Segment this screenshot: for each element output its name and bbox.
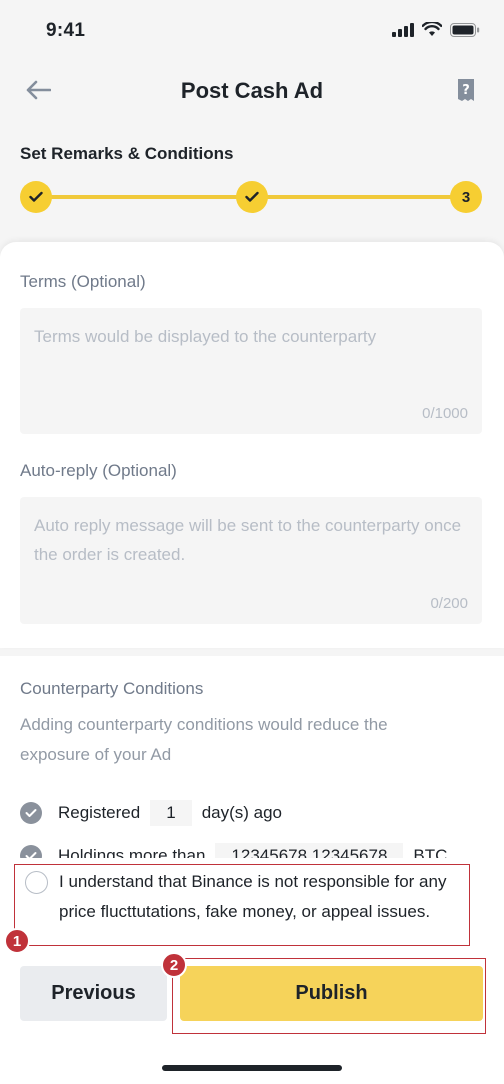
auto-reply-placeholder: Auto reply message will be sent to the c… xyxy=(34,516,462,564)
progress-stepper: 3 xyxy=(20,180,484,214)
auto-reply-counter: 0/200 xyxy=(430,595,468,612)
registered-suffix: day(s) ago xyxy=(201,803,283,822)
page-title: Post Cash Ad xyxy=(180,78,324,103)
step-3-current: 3 xyxy=(450,181,482,213)
top-nav: Post Cash Ad ? xyxy=(0,64,504,120)
auto-reply-textarea[interactable]: Auto reply message will be sent to the c… xyxy=(20,497,482,624)
home-indicator[interactable] xyxy=(162,1065,342,1071)
registered-days-input[interactable]: 1 xyxy=(150,800,192,826)
checkmark-icon xyxy=(245,191,259,202)
checkmark-icon xyxy=(29,191,43,202)
terms-placeholder: Terms would be displayed to the counterp… xyxy=(34,327,377,346)
counterparty-title: Counterparty Conditions xyxy=(20,679,204,698)
counterparty-description: Adding counterparty conditions would red… xyxy=(20,715,388,764)
status-bar: 9:41 xyxy=(0,0,504,64)
agreement-checkbox-row[interactable]: I understand that Binance is not respons… xyxy=(14,864,470,946)
step-title: Set Remarks & Conditions xyxy=(20,144,234,163)
battery-icon xyxy=(450,22,480,37)
wifi-icon xyxy=(422,22,442,36)
step-2-complete xyxy=(236,181,268,213)
svg-text:?: ? xyxy=(462,83,470,98)
agreement-text: I understand that Binance is not respons… xyxy=(59,872,447,921)
terms-label: Terms (Optional) xyxy=(20,272,146,291)
annotation-badge-2: 2 xyxy=(161,952,187,978)
agreement-radio[interactable] xyxy=(25,871,48,894)
status-icons xyxy=(392,22,480,37)
publish-button[interactable]: Publish xyxy=(180,966,483,1021)
step-1-complete xyxy=(20,181,52,213)
annotation-badge-1: 1 xyxy=(4,928,30,954)
signal-icon xyxy=(392,22,414,37)
help-document-icon: ? xyxy=(458,79,474,101)
terms-textarea[interactable]: Terms would be displayed to the counterp… xyxy=(20,308,482,434)
help-button[interactable]: ? xyxy=(452,76,480,104)
terms-counter: 0/1000 xyxy=(422,405,468,422)
registered-prefix: Registered xyxy=(58,803,141,822)
check-circle-icon xyxy=(20,802,42,824)
status-time: 9:41 xyxy=(46,20,86,41)
auto-reply-label: Auto-reply (Optional) xyxy=(20,461,177,480)
registered-condition[interactable]: Registered 1 day(s) ago xyxy=(20,800,282,826)
previous-button[interactable]: Previous xyxy=(20,966,167,1021)
